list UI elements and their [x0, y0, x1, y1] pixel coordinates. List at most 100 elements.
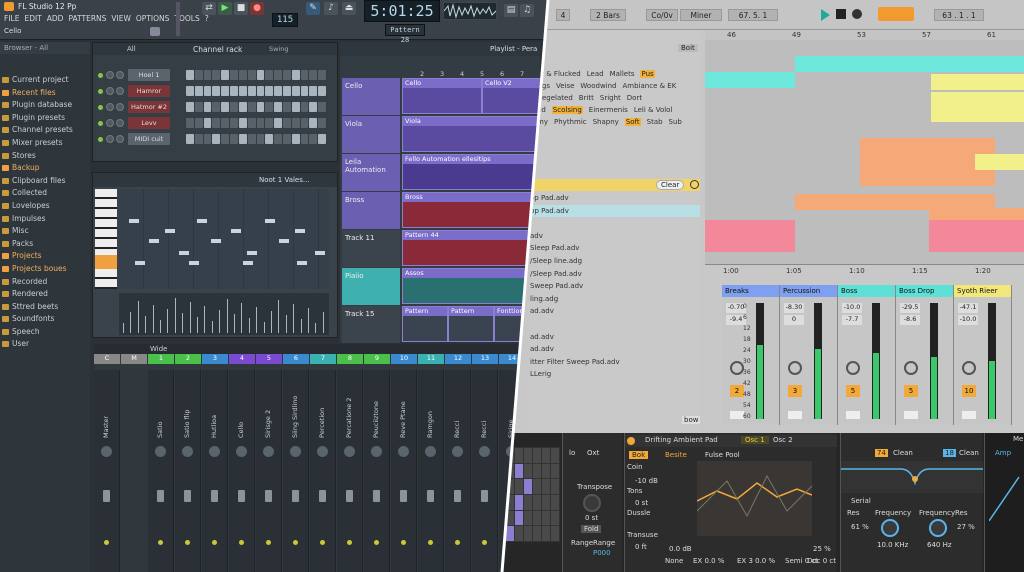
track-volume[interactable]: -29.5 [900, 303, 920, 313]
arrangement-clip[interactable] [860, 170, 995, 186]
step-button[interactable] [318, 102, 326, 112]
step-button[interactable] [221, 118, 230, 128]
note[interactable] [231, 229, 241, 233]
browser-item[interactable]: Speech [0, 326, 90, 339]
mixer-led[interactable] [401, 540, 406, 545]
pattern-selector[interactable]: Pattern 28 [385, 24, 425, 44]
velocity-bar[interactable] [182, 313, 184, 333]
channel-row[interactable]: MIDI cuit [96, 132, 336, 146]
drum-pad[interactable] [515, 448, 523, 463]
drum-pad[interactable] [524, 448, 532, 463]
menu-patterns[interactable]: PATTERNS [68, 14, 106, 23]
mixer-pan-knob[interactable] [479, 446, 490, 457]
browser-item[interactable]: Recorded [0, 276, 90, 289]
step-button[interactable] [274, 70, 282, 80]
track-volume[interactable]: -47.1 [958, 303, 978, 313]
note[interactable] [247, 251, 257, 255]
note[interactable] [211, 239, 221, 243]
master-volume-slider[interactable] [176, 2, 180, 36]
velocity-bar[interactable] [285, 315, 287, 333]
browser-file[interactable]: pp Pad.adv [530, 204, 700, 218]
note[interactable] [279, 239, 289, 243]
step-button[interactable] [238, 118, 247, 128]
pan-knob[interactable] [106, 135, 114, 143]
step-button[interactable] [230, 86, 238, 96]
arrangement-clip[interactable] [931, 74, 1024, 90]
track-volume[interactable]: -10.0 [842, 303, 862, 313]
step-button[interactable] [282, 86, 291, 96]
wavetable-category[interactable]: Besite [665, 451, 687, 459]
step-button[interactable] [221, 134, 230, 144]
browser-item[interactable]: Collected [0, 187, 90, 200]
note[interactable] [129, 219, 139, 223]
playlist-clip[interactable]: Bross [402, 192, 542, 228]
tag[interactable]: Soft [624, 118, 641, 126]
step-button[interactable] [212, 134, 221, 144]
drum-pad[interactable] [533, 463, 541, 479]
step-button[interactable] [203, 102, 212, 112]
mixer-strip[interactable]: Satio [148, 370, 174, 572]
velocity-bar[interactable] [248, 318, 250, 333]
browser-file[interactable]: ad.adv [530, 305, 700, 318]
mixer-track-number[interactable]: 13 [472, 354, 498, 364]
mixer-fader[interactable] [454, 490, 461, 502]
filter-info-icon[interactable] [690, 180, 699, 189]
tag[interactable]: Ambiance & EK [623, 82, 677, 90]
step-button[interactable] [238, 134, 247, 144]
channel-led-icon[interactable] [98, 73, 103, 78]
res2-value[interactable]: 27 % [957, 523, 975, 531]
velocity-bar[interactable] [204, 306, 206, 333]
track-pan[interactable]: 0 [784, 315, 804, 325]
tag[interactable]: Stab [647, 118, 663, 126]
step-button[interactable] [194, 118, 203, 128]
browser-item[interactable]: Clipboard files [0, 175, 90, 188]
mixer-pan-knob[interactable] [398, 446, 409, 457]
mixer-track[interactable]: Breaks -0.70 -9.4 2 [722, 285, 780, 425]
arrangement-clip[interactable] [705, 72, 795, 88]
track-pan-knob[interactable] [846, 361, 860, 375]
mixer-view-icon[interactable]: ▤ [504, 4, 518, 17]
channel-row[interactable]: Hamror [96, 84, 336, 98]
track-number[interactable]: 2 [730, 385, 744, 397]
play-icon[interactable] [821, 9, 830, 21]
mixer-pan-knob[interactable] [317, 446, 328, 457]
menu-view[interactable]: VIEW [111, 14, 131, 23]
drum-pad[interactable] [542, 463, 550, 479]
velocity-bar[interactable] [123, 323, 124, 333]
step-button[interactable] [247, 134, 256, 144]
step-button[interactable] [318, 134, 326, 144]
step-button[interactable] [300, 70, 309, 80]
mixer-led[interactable] [293, 540, 298, 545]
mixer-led[interactable] [239, 540, 244, 545]
mixer-pan-knob[interactable] [290, 446, 301, 457]
mixer-fader[interactable] [373, 490, 380, 502]
tag[interactable]: Shapny [593, 118, 619, 126]
step-button[interactable] [282, 70, 291, 80]
filter2-type[interactable]: Clean [959, 449, 979, 457]
menu-help[interactable]: ? [205, 14, 209, 23]
drum-pad[interactable] [515, 494, 523, 510]
step-button[interactable] [238, 102, 247, 112]
drum-pad[interactable] [551, 526, 559, 541]
track-number[interactable]: 5 [904, 385, 918, 397]
step-button[interactable] [186, 70, 194, 80]
note[interactable] [265, 219, 275, 223]
tag[interactable]: Sub [669, 118, 682, 126]
step-button[interactable] [291, 86, 300, 96]
step-button[interactable] [238, 86, 247, 96]
note[interactable] [243, 261, 253, 265]
step-button[interactable] [247, 118, 256, 128]
menu-file[interactable]: FILE [4, 14, 19, 23]
mixer-led[interactable] [158, 540, 163, 545]
song-time-display[interactable]: 5:01:25 [364, 0, 440, 22]
step-button[interactable] [256, 118, 265, 128]
mixer-led[interactable] [374, 540, 379, 545]
mixer-led[interactable] [212, 540, 217, 545]
menu-edit[interactable]: EDIT [24, 14, 41, 23]
browser-item[interactable]: Sttred beets [0, 301, 90, 314]
velocity-bar[interactable] [130, 312, 132, 333]
velocity-bar[interactable] [174, 298, 176, 333]
piano-roll-view-icon[interactable]: ♫ [520, 4, 534, 17]
drum-pad[interactable] [542, 448, 550, 463]
volume-knob[interactable] [116, 71, 124, 79]
